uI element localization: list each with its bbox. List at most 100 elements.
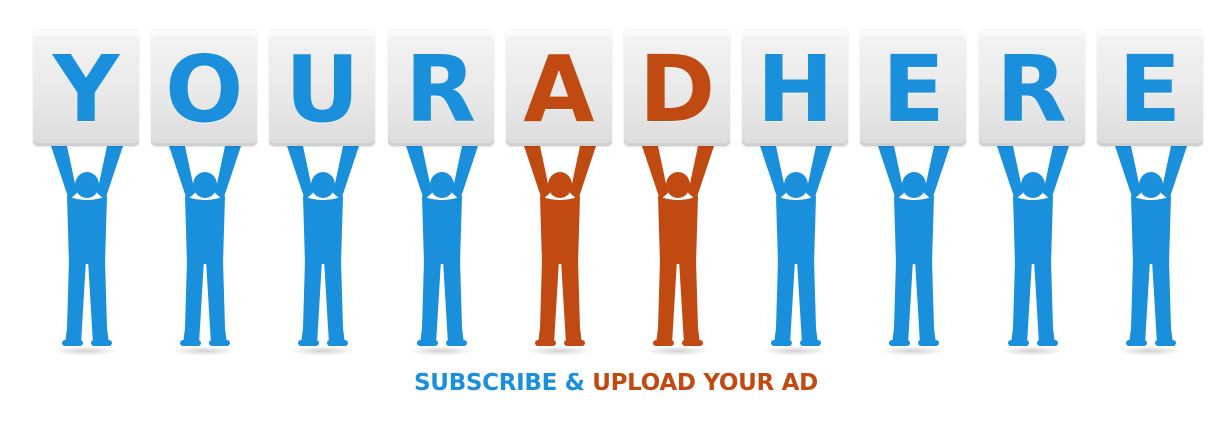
left-foot <box>889 340 911 346</box>
letter-block: R <box>387 28 494 146</box>
right-leg <box>324 260 346 344</box>
head <box>193 172 218 198</box>
head <box>1138 172 1163 198</box>
right-arm <box>1160 146 1187 200</box>
right-foot <box>209 340 231 346</box>
right-leg <box>206 260 228 344</box>
figure-3: U <box>269 28 377 358</box>
left-arm <box>523 146 550 200</box>
block-letter: H <box>756 36 834 143</box>
tagline-upload: UPLOAD YOUR AD <box>592 370 818 396</box>
left-foot <box>1125 340 1147 346</box>
block-letter: D <box>638 36 716 143</box>
right-arm <box>806 146 833 200</box>
head <box>902 172 927 198</box>
left-arm <box>169 146 196 200</box>
block-letter: R <box>996 36 1068 143</box>
right-foot <box>800 340 822 346</box>
left-arm <box>405 146 432 200</box>
left-foot <box>653 340 674 346</box>
letter-block: E <box>1096 28 1203 146</box>
right-arm <box>688 146 714 200</box>
head <box>75 172 99 198</box>
left-leg <box>774 260 796 344</box>
right-arm <box>451 146 478 200</box>
right-foot <box>327 340 349 346</box>
right-leg <box>1151 260 1173 344</box>
left-arm <box>642 146 668 200</box>
right-arm <box>1042 146 1069 200</box>
right-foot <box>918 340 940 346</box>
torso <box>894 196 935 264</box>
left-leg <box>301 260 323 344</box>
figure-2: O <box>151 28 259 358</box>
block-letter: A <box>523 36 595 143</box>
right-foot <box>1036 340 1058 346</box>
right-leg <box>797 260 819 344</box>
left-arm <box>51 146 77 200</box>
figure-10: E <box>1096 28 1205 358</box>
right-leg <box>1033 260 1055 344</box>
left-leg <box>537 260 559 344</box>
figure-7: H <box>742 28 850 358</box>
figure-8: E <box>860 28 968 358</box>
head <box>666 172 690 198</box>
block-letter: Y <box>52 36 120 143</box>
left-leg <box>1010 260 1032 344</box>
left-leg <box>183 260 205 344</box>
block-letter: E <box>881 36 945 143</box>
ad-banner: YOURADHERE <box>0 0 1232 421</box>
torso <box>421 196 462 264</box>
right-leg <box>88 260 109 344</box>
head <box>311 172 336 198</box>
block-letter: U <box>285 36 360 143</box>
right-arm <box>97 146 123 200</box>
right-leg <box>679 260 700 344</box>
torso <box>67 196 107 264</box>
letter-block: Y <box>33 28 139 146</box>
right-leg <box>442 260 464 344</box>
figure-1: Y <box>33 28 141 358</box>
right-arm <box>924 146 951 200</box>
left-leg <box>419 260 441 344</box>
right-foot <box>563 340 585 346</box>
torso <box>539 196 580 264</box>
left-foot <box>534 340 556 346</box>
right-foot <box>445 340 467 346</box>
right-arm <box>569 146 596 200</box>
head <box>547 172 572 198</box>
left-foot <box>62 340 83 346</box>
torso <box>303 196 344 264</box>
left-arm <box>878 146 905 200</box>
letter-block: O <box>151 28 258 146</box>
letter-block: A <box>505 28 612 146</box>
right-arm <box>215 146 242 200</box>
letter-block: E <box>860 28 967 146</box>
letter-block: D <box>624 28 730 146</box>
left-leg <box>1128 260 1150 344</box>
right-foot <box>91 340 112 346</box>
letter-block: U <box>269 28 376 146</box>
block-letter: O <box>165 36 244 143</box>
left-leg <box>892 260 914 344</box>
torso <box>185 196 226 264</box>
letter-block: R <box>978 28 1085 146</box>
figure-4: R <box>387 28 496 358</box>
left-foot <box>1007 340 1029 346</box>
figure-6: D <box>624 28 732 358</box>
left-arm <box>1114 146 1141 200</box>
left-arm <box>996 146 1023 200</box>
block-letter: E <box>1118 36 1182 143</box>
tagline-subscribe: SUBSCRIBE & <box>414 370 593 396</box>
right-leg <box>560 260 582 344</box>
left-foot <box>298 340 320 346</box>
torso <box>1130 196 1171 264</box>
right-leg <box>915 260 937 344</box>
head <box>1020 172 1045 198</box>
left-foot <box>771 340 793 346</box>
head <box>429 172 454 198</box>
left-arm <box>760 146 787 200</box>
left-foot <box>180 340 202 346</box>
head <box>784 172 809 198</box>
torso <box>658 196 698 264</box>
